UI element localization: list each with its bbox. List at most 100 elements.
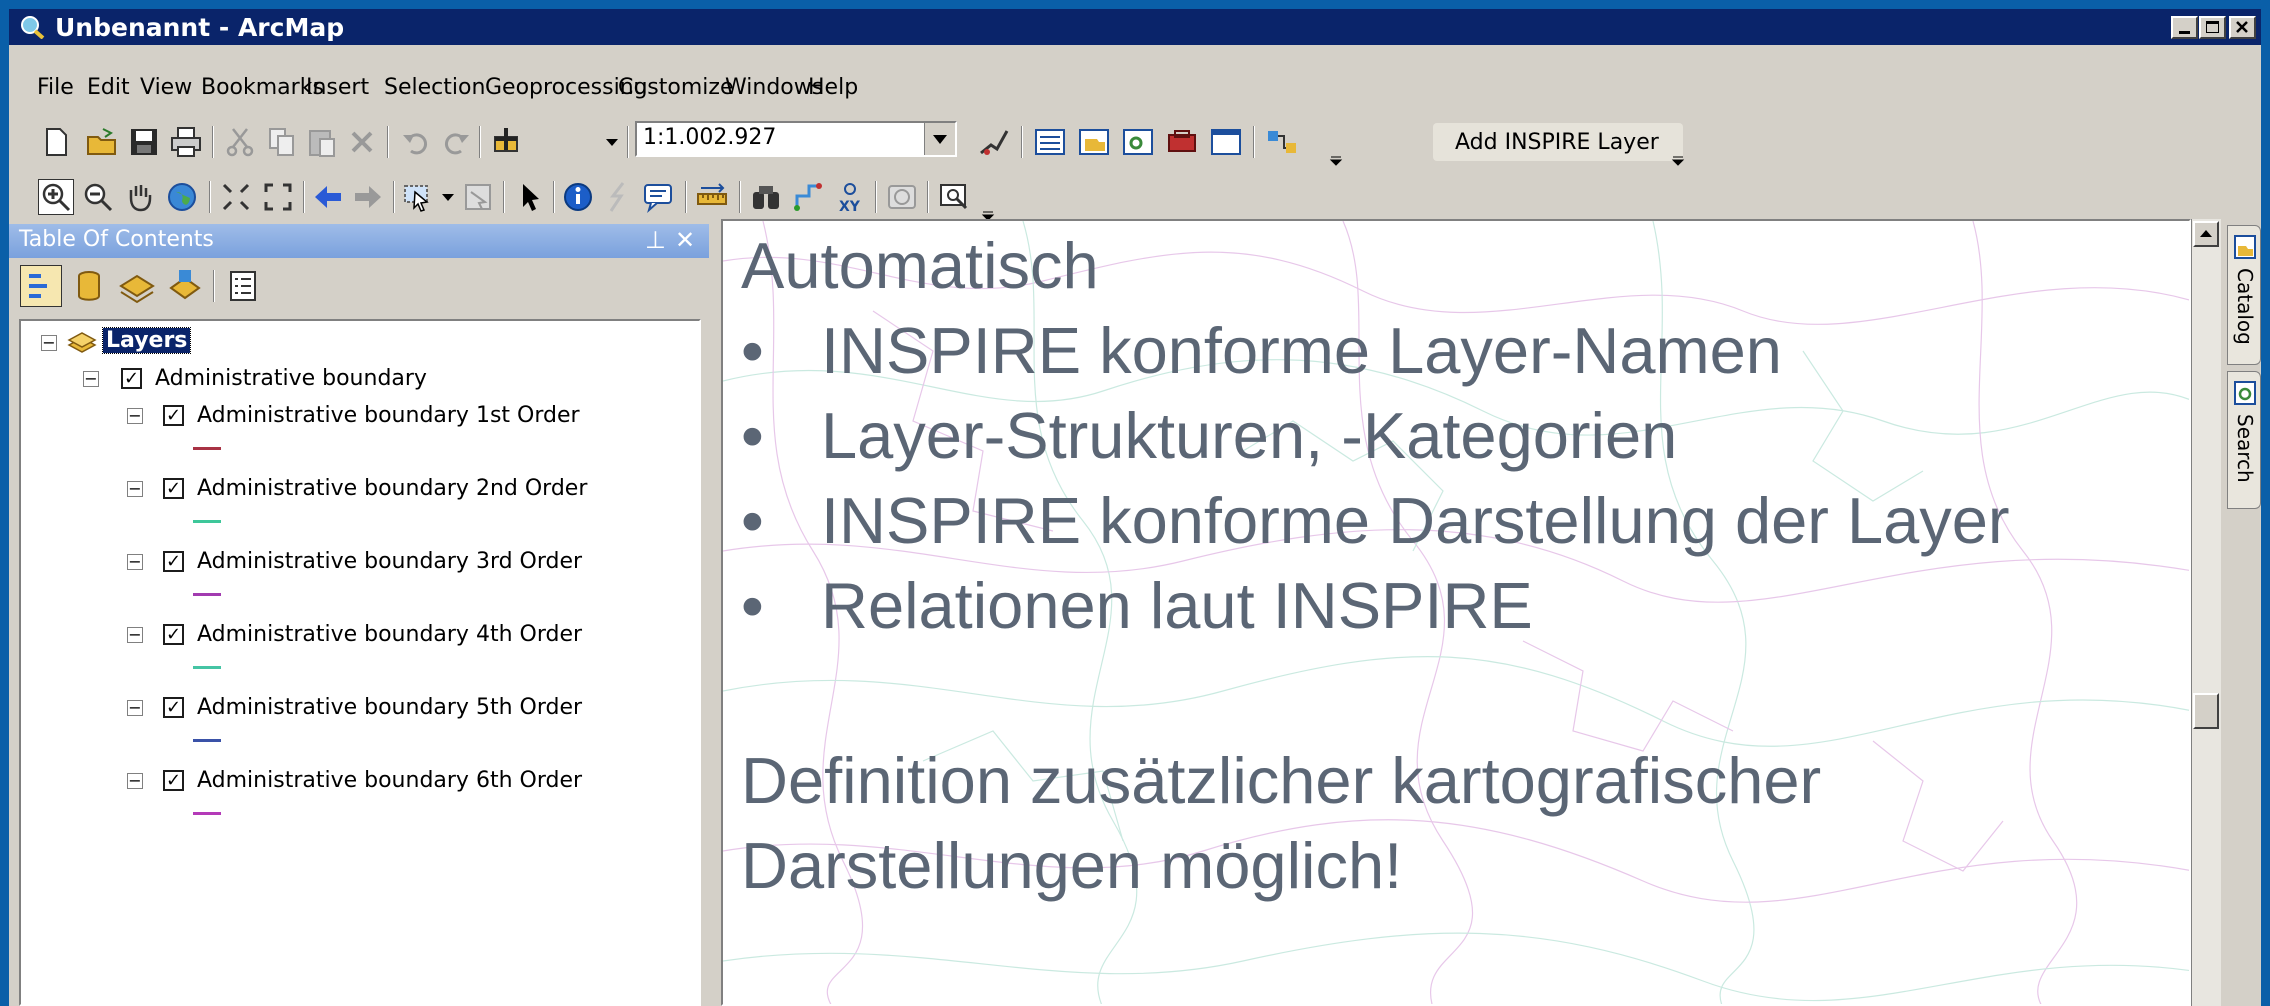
- select-dropdown-icon[interactable]: [441, 193, 455, 203]
- html-popup-icon[interactable]: [641, 180, 675, 214]
- measure-icon[interactable]: [695, 180, 729, 214]
- layer-label[interactable]: Administrative boundary 6th Order: [197, 768, 582, 793]
- menu-edit[interactable]: Edit: [87, 75, 130, 100]
- collapse-layers-toggle[interactable]: −: [41, 335, 57, 351]
- list-by-drawing-order-icon[interactable]: [20, 265, 62, 307]
- clear-selection-icon[interactable]: [461, 180, 495, 214]
- map-scale-combobox[interactable]: 1:1.002.927: [635, 121, 957, 157]
- undo-icon[interactable]: [399, 125, 433, 159]
- fixed-zoom-in-icon[interactable]: [219, 180, 253, 214]
- select-elements-arrow-icon[interactable]: [513, 180, 547, 214]
- pin-icon[interactable]: ⊥: [645, 226, 666, 254]
- search-window-icon[interactable]: [1121, 125, 1155, 159]
- scroll-thumb[interactable]: [2193, 693, 2219, 729]
- redo-icon[interactable]: [439, 125, 473, 159]
- open-folder-icon[interactable]: [85, 125, 119, 159]
- add-data-dropdown-icon[interactable]: [605, 138, 619, 148]
- layer-symbol[interactable]: [193, 812, 221, 815]
- menu-help[interactable]: Help: [808, 75, 858, 100]
- python-window-icon[interactable]: [1209, 125, 1243, 159]
- layer-label[interactable]: Administrative boundary 2nd Order: [197, 476, 587, 501]
- group-label[interactable]: Administrative boundary: [155, 366, 427, 391]
- map-vertical-scrollbar[interactable]: [2191, 219, 2221, 1006]
- layer-label[interactable]: Administrative boundary 1st Order: [197, 403, 580, 428]
- layer-visibility-checkbox[interactable]: ✓: [163, 405, 184, 426]
- collapse-group-toggle[interactable]: −: [83, 371, 99, 387]
- cut-icon[interactable]: [223, 125, 257, 159]
- zoom-out-icon[interactable]: [81, 180, 115, 214]
- menu-view[interactable]: View: [140, 75, 192, 100]
- layer-visibility-checkbox[interactable]: ✓: [163, 770, 184, 791]
- collapse-layer-toggle[interactable]: −: [127, 481, 143, 497]
- collapse-layer-toggle[interactable]: −: [127, 700, 143, 716]
- hyperlink-icon[interactable]: [601, 180, 635, 214]
- collapse-layer-toggle[interactable]: −: [127, 554, 143, 570]
- modelbuilder-icon[interactable]: [1265, 125, 1299, 159]
- close-button[interactable]: [2229, 16, 2256, 39]
- layers-root-label[interactable]: Layers: [101, 327, 192, 354]
- layer-symbol[interactable]: [193, 593, 221, 596]
- layer-tree: − Layers − ✓ Administrative boundary − ✓…: [19, 319, 701, 1006]
- menu-customize[interactable]: Customize: [618, 75, 733, 100]
- time-slider-icon[interactable]: [885, 180, 919, 214]
- layer-visibility-checkbox[interactable]: ✓: [163, 697, 184, 718]
- find-route-icon[interactable]: [791, 180, 825, 214]
- layer-symbol[interactable]: [193, 666, 221, 669]
- scroll-up-button[interactable]: [2193, 221, 2219, 247]
- copy-icon[interactable]: [265, 125, 299, 159]
- layer-visibility-checkbox[interactable]: ✓: [163, 551, 184, 572]
- layer-symbol[interactable]: [193, 520, 221, 523]
- pan-hand-icon[interactable]: [123, 180, 157, 214]
- create-viewer-window-icon[interactable]: [937, 180, 971, 214]
- menu-file[interactable]: File: [37, 75, 74, 100]
- scroll-up-icon: [2200, 230, 2212, 237]
- paste-icon[interactable]: [305, 125, 339, 159]
- layer-visibility-checkbox[interactable]: ✓: [163, 478, 184, 499]
- fixed-zoom-out-icon[interactable]: [261, 180, 295, 214]
- zoom-in-icon[interactable]: [38, 179, 74, 215]
- minimize-button[interactable]: [2171, 16, 2198, 39]
- collapse-layer-toggle[interactable]: −: [127, 627, 143, 643]
- list-by-visibility-icon[interactable]: [117, 266, 157, 306]
- toolbar-overflow-icon[interactable]: [1329, 156, 1343, 166]
- select-features-icon[interactable]: [401, 180, 435, 214]
- catalog-side-tab[interactable]: Catalog: [2227, 225, 2261, 365]
- full-extent-globe-icon[interactable]: [165, 180, 199, 214]
- toc-options-icon[interactable]: [223, 266, 263, 306]
- layer-symbol[interactable]: [193, 447, 221, 450]
- collapse-layer-toggle[interactable]: −: [127, 408, 143, 424]
- arctoolbox-icon[interactable]: [1165, 125, 1199, 159]
- layer-label[interactable]: Administrative boundary 5th Order: [197, 695, 582, 720]
- toolbar-overflow-icon[interactable]: [1671, 156, 1685, 166]
- new-document-icon[interactable]: [39, 125, 73, 159]
- title-bar[interactable]: Unbenannt - ArcMap: [9, 9, 2261, 45]
- layer-label[interactable]: Administrative boundary 4th Order: [197, 622, 582, 647]
- editor-toolbar-icon[interactable]: [977, 125, 1011, 159]
- layer-label[interactable]: Administrative boundary 3rd Order: [197, 549, 582, 574]
- identify-icon[interactable]: [561, 180, 595, 214]
- layer-symbol[interactable]: [193, 739, 221, 742]
- go-forward-arrow-icon[interactable]: [351, 180, 385, 214]
- group-visibility-checkbox[interactable]: ✓: [121, 368, 142, 389]
- maximize-button[interactable]: [2199, 16, 2226, 39]
- save-icon[interactable]: [127, 125, 161, 159]
- map-display[interactable]: Automatisch • INSPIRE konforme Layer-Name…: [721, 219, 2191, 1006]
- map-scale-dropdown-button[interactable]: [924, 123, 955, 155]
- add-data-icon[interactable]: [489, 125, 523, 159]
- close-panel-icon[interactable]: ✕: [675, 226, 695, 254]
- menu-insert[interactable]: Insert: [306, 75, 369, 100]
- catalog-window-icon[interactable]: [1077, 125, 1111, 159]
- add-inspire-layer-button[interactable]: Add INSPIRE Layer: [1433, 123, 1683, 161]
- find-binoculars-icon[interactable]: [749, 180, 783, 214]
- table-of-contents-icon[interactable]: [1033, 125, 1067, 159]
- go-to-xy-icon[interactable]: XY: [833, 180, 867, 214]
- menu-selection[interactable]: Selection: [384, 75, 485, 100]
- delete-icon[interactable]: [345, 125, 379, 159]
- list-by-source-icon[interactable]: [69, 266, 109, 306]
- list-by-selection-icon[interactable]: [165, 266, 205, 306]
- print-icon[interactable]: [169, 125, 203, 159]
- go-back-arrow-icon[interactable]: [311, 180, 345, 214]
- layer-visibility-checkbox[interactable]: ✓: [163, 624, 184, 645]
- search-side-tab[interactable]: Search: [2227, 371, 2261, 509]
- collapse-layer-toggle[interactable]: −: [127, 773, 143, 789]
